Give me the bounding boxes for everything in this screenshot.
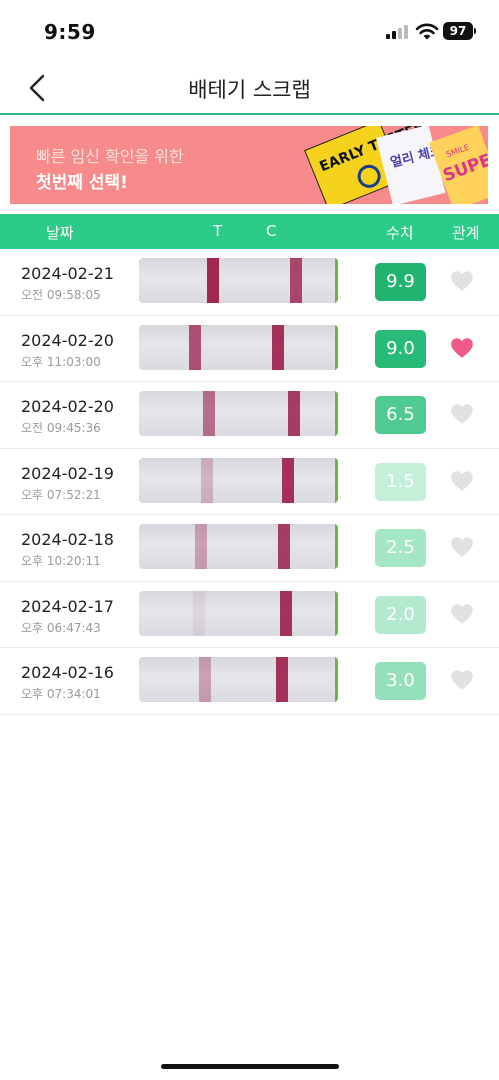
column-t: T: [213, 222, 223, 240]
strip-edge: [335, 391, 338, 436]
scrap-list: 2024-02-21 오전 09:58:05 9.9 2024-02-20 오후…: [0, 249, 499, 715]
banner-line-1: 빠른 임신 확인을 위한: [36, 147, 184, 166]
c-line: [290, 258, 302, 303]
row-time: 오후 06:47:43: [21, 620, 101, 635]
c-line: [282, 457, 294, 503]
value-badge: 3.0: [375, 662, 426, 700]
row-date: 2024-02-16: [21, 663, 114, 682]
heart-icon[interactable]: [449, 268, 475, 294]
row-time: 오후 07:52:21: [21, 487, 101, 502]
row-date: 2024-02-21: [21, 264, 114, 283]
test-strip-image: [139, 457, 338, 503]
banner-line-2: 첫번째 선택!: [36, 173, 128, 193]
list-item[interactable]: 2024-02-17 오후 06:47:43 2.0: [0, 582, 499, 648]
strip-edge: [335, 657, 338, 702]
heart-icon[interactable]: [449, 601, 475, 627]
value-badge: 1.5: [375, 462, 426, 501]
row-time: 오후 07:34:01: [21, 687, 101, 701]
strip-edge: [335, 324, 338, 370]
heart-icon[interactable]: [449, 468, 475, 494]
strip-edge: [335, 590, 338, 636]
c-line: [276, 657, 288, 702]
strip-edge: [335, 524, 338, 569]
battery-tip: [474, 28, 476, 34]
row-time: 오후 10:20:11: [21, 554, 101, 568]
heart-icon[interactable]: [449, 401, 475, 427]
row-time: 오전 09:45:36: [21, 421, 101, 435]
test-strip-image: [139, 258, 338, 303]
home-indicator: [161, 1064, 339, 1069]
c-line: [280, 590, 292, 636]
t-line: [193, 590, 205, 636]
row-date: 2024-02-20: [21, 397, 114, 416]
row-date: 2024-02-17: [21, 596, 114, 616]
page-title: 배테기 스크랩: [188, 78, 311, 102]
column-value: 수치: [386, 224, 414, 242]
list-item[interactable]: 2024-02-16 오후 07:34:01 3.0: [0, 648, 499, 715]
strip-edge: [335, 457, 338, 503]
column-date: 날짜: [46, 224, 74, 242]
cellular-signal-icon: [386, 25, 410, 39]
heart-icon[interactable]: [449, 667, 475, 693]
test-strip-image: [139, 657, 338, 702]
row-date: 2024-02-20: [21, 330, 114, 350]
value-badge: 9.0: [375, 329, 426, 368]
wifi-icon: [415, 23, 439, 40]
product-boxes-image: EARLY TESTER 얼리 체크 SMILE SUPER: [304, 126, 488, 204]
status-bar: 9:59 97: [0, 0, 499, 62]
t-line: [201, 457, 213, 503]
list-item[interactable]: 2024-02-19 오후 07:52:21 1.5: [0, 449, 499, 515]
row-date: 2024-02-19: [21, 463, 114, 483]
t-line: [189, 324, 201, 370]
list-item[interactable]: 2024-02-20 오후 11:03:00 9.0: [0, 316, 499, 382]
status-time: 9:59: [44, 20, 96, 44]
heart-icon[interactable]: [449, 335, 475, 361]
test-strip-image: [139, 590, 338, 636]
c-line: [278, 524, 290, 569]
promo-banner[interactable]: 빠른 임신 확인을 위한 첫번째 선택! EARLY TESTER 얼리 체크 …: [10, 126, 488, 204]
value-badge: 6.5: [375, 396, 426, 434]
t-line: [195, 524, 207, 569]
t-line: [207, 258, 219, 303]
row-date: 2024-02-18: [21, 530, 114, 549]
test-strip-image: [139, 524, 338, 569]
value-badge: 2.0: [375, 595, 426, 634]
c-line: [288, 391, 300, 436]
list-item[interactable]: 2024-02-20 오전 09:45:36 6.5: [0, 382, 499, 449]
test-strip-image: [139, 324, 338, 370]
heart-icon[interactable]: [449, 534, 475, 560]
c-line: [272, 324, 284, 370]
value-badge: 9.9: [375, 263, 426, 301]
list-item[interactable]: 2024-02-21 오전 09:58:05 9.9: [0, 249, 499, 316]
t-line: [199, 657, 211, 702]
t-line: [203, 391, 215, 436]
navigation-header: 배테기 스크랩: [0, 62, 499, 115]
table-header: 날짜 T C 수치 관계: [0, 214, 499, 249]
column-c: C: [266, 222, 277, 240]
list-item[interactable]: 2024-02-18 오후 10:20:11 2.5: [0, 515, 499, 582]
column-interest: 관계: [452, 224, 480, 242]
test-strip-image: [139, 391, 338, 436]
battery-icon: 97: [443, 22, 473, 40]
row-time: 오전 09:58:05: [21, 288, 101, 302]
value-badge: 2.5: [375, 529, 426, 567]
strip-edge: [335, 258, 338, 303]
row-time: 오후 11:03:00: [21, 354, 101, 369]
